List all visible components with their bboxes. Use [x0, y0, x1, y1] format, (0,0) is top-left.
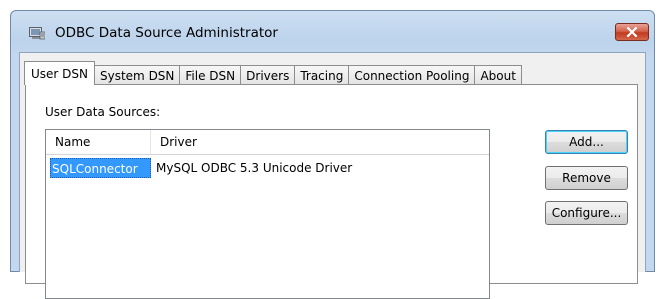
list-item-driver[interactable]: MySQL ODBC 5.3 Unicode Driver: [156, 158, 352, 178]
tab-connection-pooling[interactable]: Connection Pooling: [348, 65, 476, 85]
add-button[interactable]: Add...: [545, 130, 628, 154]
tab-system-dsn[interactable]: System DSN: [94, 65, 181, 85]
column-header-driver[interactable]: Driver: [151, 130, 489, 154]
dialog-client-area: User DSN System DSN File DSN Drivers Tra…: [19, 52, 646, 299]
tab-tracing[interactable]: Tracing: [294, 65, 350, 85]
tab-drivers[interactable]: Drivers: [240, 65, 296, 85]
odbc-admin-icon: [29, 26, 46, 40]
remove-button[interactable]: Remove: [545, 166, 628, 190]
list-header: Name Driver: [46, 130, 489, 155]
tab-user-dsn[interactable]: User DSN: [24, 61, 95, 85]
tab-strip: User DSN System DSN File DSN Drivers Tra…: [24, 61, 522, 85]
tab-about[interactable]: About: [474, 65, 522, 85]
list-item[interactable]: SQLConnector MySQL ODBC 5.3 Unicode Driv…: [46, 158, 489, 178]
title-bar[interactable]: ODBC Data Source Administrator: [11, 11, 654, 51]
configure-button[interactable]: Configure...: [545, 201, 628, 225]
user-data-sources-label: User Data Sources:: [45, 105, 161, 119]
close-button[interactable]: [615, 23, 649, 41]
tab-file-dsn[interactable]: File DSN: [179, 65, 242, 85]
data-sources-list[interactable]: Name Driver SQLConnector MySQL ODBC 5.3 …: [45, 129, 490, 299]
close-icon: [626, 27, 638, 37]
dialog-window: ODBC Data Source Administrator User DSN …: [10, 10, 655, 299]
user-dsn-panel: User Data Sources: Name Driver SQLConnec…: [25, 84, 638, 299]
window-title: ODBC Data Source Administrator: [55, 25, 278, 41]
list-item-name[interactable]: SQLConnector: [50, 158, 151, 178]
column-header-name[interactable]: Name: [46, 130, 151, 154]
